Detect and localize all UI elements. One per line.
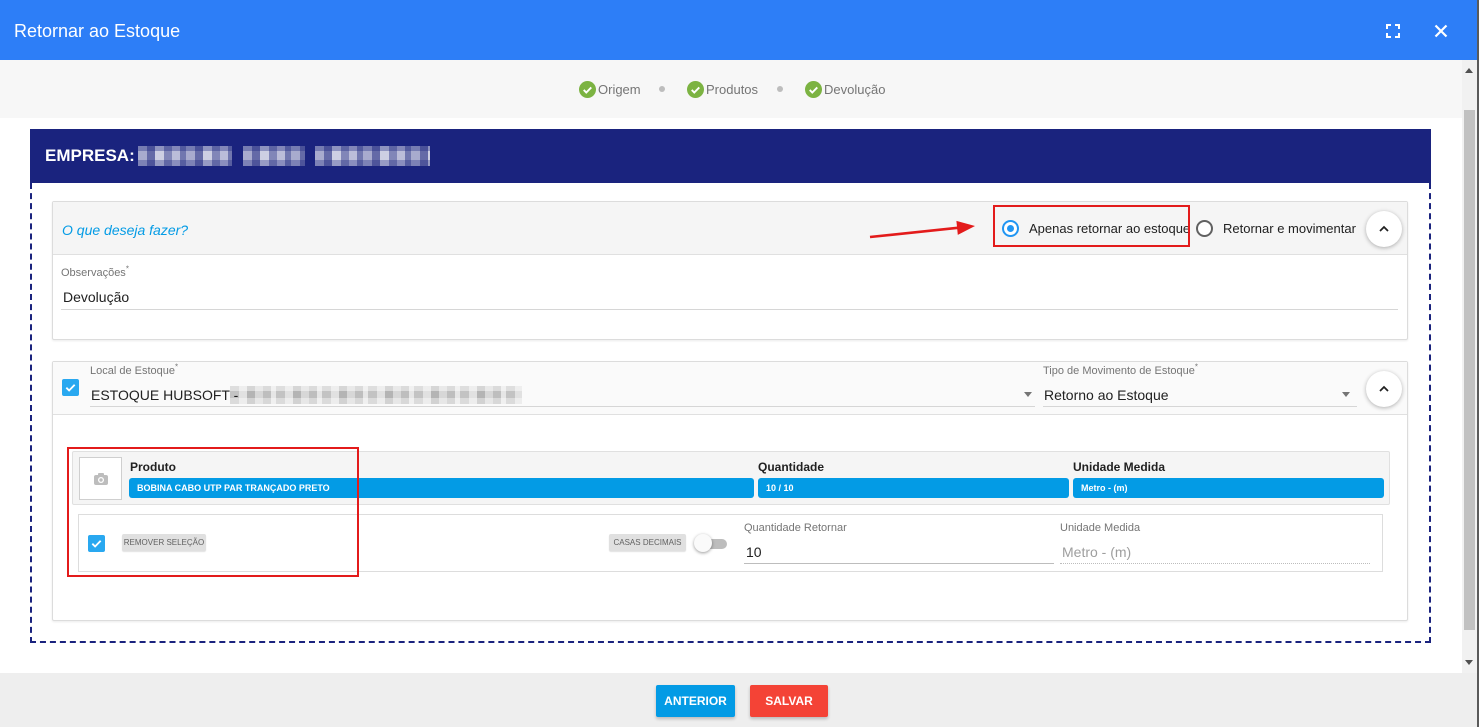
tipo-movimento-label: Tipo de Movimento de Estoque* [1043, 362, 1198, 377]
redacted-text [230, 386, 522, 404]
fullscreen-icon[interactable] [1383, 21, 1403, 41]
redacted-text [315, 146, 430, 166]
product-item-row: REMOVER SELEÇÃO CASAS DECIMAIS Quantidad… [78, 514, 1383, 572]
unidade-medida-label: Unidade Medida [1060, 522, 1141, 534]
product-photo[interactable] [79, 457, 122, 500]
column-header-quantidade: Quantidade [758, 460, 825, 474]
previous-button[interactable]: ANTERIOR [656, 685, 735, 717]
redacted-text [138, 146, 232, 166]
radio-retornar-movimentar[interactable] [1196, 220, 1213, 237]
tipo-movimento-underline [1043, 406, 1357, 407]
camera-icon [93, 472, 108, 485]
dropdown-arrow-icon[interactable] [1342, 392, 1350, 397]
stock-select-checkbox[interactable] [62, 379, 79, 396]
column-header-produto: Produto [130, 460, 176, 474]
local-estoque-underline [90, 406, 1035, 407]
save-button[interactable]: SALVAR [750, 685, 828, 717]
radio-apenas-retornar-label[interactable]: Apenas retornar ao estoque [1029, 221, 1190, 237]
stock-card-header: Local de Estoque* ESTOQUE HUBSOFT - Tipo… [53, 362, 1407, 415]
collapse-button[interactable] [1366, 371, 1402, 407]
dialog-titlebar: Retornar ao Estoque [0, 0, 1477, 60]
stepper: Origem Produtos Devolução [0, 60, 1462, 118]
radio-apenas-retornar[interactable] [1002, 220, 1019, 237]
observacoes-underline [61, 309, 1398, 310]
radio-retornar-movimentar-label[interactable]: Retornar e movimentar [1223, 221, 1356, 237]
action-card: O que deseja fazer? Apenas retornar ao e… [52, 201, 1408, 340]
quantidade-retornar-label: Quantidade Retornar [744, 522, 847, 534]
dialog-footer: ANTERIOR SALVAR [0, 673, 1477, 727]
empresa-label: EMPRESA: [45, 146, 135, 165]
local-estoque-select[interactable]: ESTOQUE HUBSOFT - [91, 387, 238, 404]
close-icon[interactable] [1431, 21, 1451, 41]
dialog-title: Retornar ao Estoque [14, 21, 181, 41]
quantidade-retornar-input[interactable] [746, 543, 1046, 561]
scroll-up-arrow-icon[interactable] [1465, 68, 1473, 73]
collapse-button[interactable] [1366, 211, 1402, 247]
action-card-header: O que deseja fazer? Apenas retornar ao e… [53, 202, 1407, 255]
product-quantity-chip: 10 / 10 [758, 478, 1069, 498]
remove-selection-button[interactable]: REMOVER SELEÇÃO [122, 534, 206, 551]
observacoes-input[interactable] [63, 288, 1393, 306]
tipo-movimento-select[interactable]: Retorno ao Estoque [1044, 387, 1169, 404]
column-header-unidade: Unidade Medida [1073, 460, 1166, 474]
action-question: O que deseja fazer? [62, 222, 189, 238]
scrollbar-thumb[interactable] [1464, 110, 1475, 630]
chevron-up-icon [1379, 385, 1389, 392]
empresa-header: EMPRESA: [30, 129, 1431, 183]
local-estoque-label: Local de Estoque* [90, 362, 179, 377]
unidade-medida-underline [1060, 563, 1370, 564]
quantidade-retornar-underline [744, 563, 1054, 564]
chevron-up-icon [1379, 225, 1389, 232]
stock-card: Local de Estoque* ESTOQUE HUBSOFT - Tipo… [52, 361, 1408, 621]
decimal-places-label: CASAS DECIMAIS [609, 534, 686, 551]
step-separator [659, 86, 665, 92]
step-origem[interactable]: Origem [598, 82, 641, 97]
step-separator [777, 86, 783, 92]
observacoes-label: Observações* [61, 264, 129, 279]
scroll-down-arrow-icon[interactable] [1465, 660, 1473, 665]
unidade-medida-input [1062, 543, 1362, 561]
dropdown-arrow-icon[interactable] [1024, 392, 1032, 397]
check-circle-icon [805, 81, 822, 98]
check-circle-icon [687, 81, 704, 98]
step-produtos[interactable]: Produtos [706, 82, 758, 97]
step-devolucao[interactable]: Devolução [824, 82, 885, 97]
redacted-text [243, 146, 305, 166]
item-select-checkbox[interactable] [88, 535, 105, 552]
product-row: Produto Quantidade Unidade Medida BOBINA… [72, 451, 1390, 505]
product-unit-chip: Metro - (m) [1073, 478, 1384, 498]
decimal-places-toggle-knob[interactable] [694, 534, 712, 552]
product-name-chip: BOBINA CABO UTP PAR TRANÇADO PRETO [129, 478, 754, 498]
check-circle-icon [579, 81, 596, 98]
